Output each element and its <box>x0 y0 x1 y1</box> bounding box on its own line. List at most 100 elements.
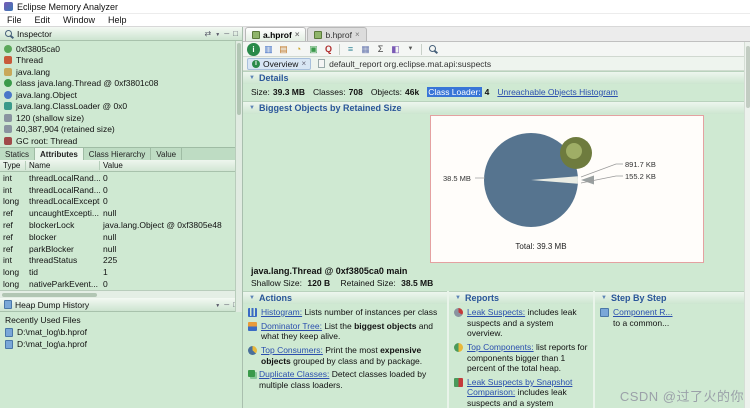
table-row[interactable]: int threadStatus 225 <box>0 255 242 267</box>
tab-statics[interactable]: Statics <box>0 148 36 160</box>
inspector-item-label: java.lang.ClassLoader @ 0x0 <box>16 101 128 112</box>
minimize-icon[interactable] <box>224 300 229 309</box>
close-icon[interactable] <box>301 59 306 68</box>
view-menu-icon[interactable] <box>215 300 220 309</box>
table-row[interactable]: int threadLocalRand... 0 <box>0 172 242 184</box>
heap-file-item[interactable]: D:\mat_log\a.hprof <box>5 338 237 350</box>
editor-tab-label: b.hprof <box>325 29 352 40</box>
recently-used-files-label: Recently Used Files <box>5 315 81 325</box>
vertical-scrollbar[interactable] <box>235 41 242 312</box>
inspector-item[interactable]: GC root: Thread <box>0 135 242 147</box>
biggest-objects-pie-chart[interactable]: 38.5 MB 891.7 KB 155.2 KB Total: 39.3 MB <box>431 116 703 262</box>
classloader-label-selected: Class Loader: <box>427 87 482 97</box>
inspector-item[interactable]: 120 (shallow size) <box>0 112 242 124</box>
inspector-item[interactable]: java.lang <box>0 66 242 78</box>
close-icon[interactable] <box>355 30 360 39</box>
table-row[interactable]: long threadLocalExcepti...0 <box>0 196 242 208</box>
minimize-icon[interactable] <box>224 29 229 38</box>
top-consumers-link[interactable]: Top Consumers: <box>261 345 323 355</box>
maximize-icon[interactable] <box>233 29 238 38</box>
leak-suspects-link[interactable]: Leak Suspects: <box>467 307 525 317</box>
inspector-item-label: java.lang <box>16 66 51 77</box>
cell-value: 0 <box>103 279 108 290</box>
tab-attributes[interactable]: Attributes <box>35 148 84 160</box>
magnifier-glyph <box>428 44 438 54</box>
dominator-tree-icon[interactable] <box>277 43 290 56</box>
search-icon[interactable] <box>426 43 439 56</box>
titlebar: Eclipse Memory Analyzer <box>0 0 750 14</box>
overview-icon[interactable] <box>247 42 260 56</box>
column-type[interactable]: Type <box>0 161 26 170</box>
view-menu-icon[interactable] <box>215 29 220 38</box>
component-report-link[interactable]: Component R... <box>613 307 673 318</box>
inspector-item[interactable]: 40,387,904 (retained size) <box>0 124 242 136</box>
report-item-snapshot-comparison: Leak Suspects by Snapshot Comparison: in… <box>454 377 588 408</box>
inspector-item[interactable]: class java.lang.Thread @ 0xf3801c08 <box>0 78 242 90</box>
inspector-item[interactable]: Thread <box>0 55 242 67</box>
classloader-icon <box>4 102 12 111</box>
calculator-icon[interactable] <box>374 43 387 56</box>
heap-dump-history-header: Heap Dump History <box>0 298 242 312</box>
inspector-item[interactable]: java.lang.Object <box>0 89 242 101</box>
section-details[interactable]: Details <box>243 71 750 84</box>
column-value[interactable]: Value <box>100 161 242 170</box>
scrollbar-thumb[interactable] <box>2 292 97 297</box>
main-area: Inspector 0xf3805ca0 Thread java.lang cl… <box>0 27 750 408</box>
close-icon[interactable] <box>295 30 300 39</box>
editor-tab-a-hprof[interactable]: a.hprof <box>245 27 307 41</box>
top-consumers-icon[interactable] <box>292 43 305 56</box>
group-icon[interactable] <box>359 43 372 56</box>
histogram-link[interactable]: Histogram: <box>261 307 302 317</box>
toolbar-separator <box>421 43 422 55</box>
scrollbar-thumb[interactable] <box>237 43 241 115</box>
table-row[interactable]: int threadLocalRand... 0 <box>0 184 242 196</box>
inspector-item[interactable]: 0xf3805ca0 <box>0 43 242 55</box>
dominator-tree-link[interactable]: Dominator Tree: <box>261 321 322 331</box>
inspector-view-icon <box>4 29 14 39</box>
duplicate-classes-icon[interactable] <box>307 43 320 56</box>
class-icon <box>4 79 12 88</box>
inspector-item-label: 40,387,904 (retained size) <box>16 124 115 135</box>
unreachable-objects-link[interactable]: Unreachable Objects Histogram <box>497 87 617 97</box>
thread-overview-icon[interactable] <box>344 43 357 56</box>
pie-callout-arrow <box>581 175 594 185</box>
table-row[interactable]: long nativeParkEvent... 0 <box>0 278 242 290</box>
cell-value: null <box>103 231 117 242</box>
section-step-by-step[interactable]: Step By Step <box>595 291 750 304</box>
top-components-link[interactable]: Top Components: <box>467 342 534 352</box>
sync-with-editor-icon[interactable] <box>205 29 212 38</box>
section-actions[interactable]: Actions <box>243 291 447 304</box>
table-row[interactable]: ref uncaughtExcepti... null <box>0 207 242 219</box>
tab-value[interactable]: Value <box>151 148 183 160</box>
heap-file-item[interactable]: D:\mat_log\b.hprof <box>5 326 237 338</box>
histogram-icon[interactable] <box>262 43 275 56</box>
section-reports[interactable]: Reports <box>449 291 593 304</box>
duplicate-classes-link[interactable]: Duplicate Classes: <box>259 369 329 379</box>
editor-tab-label: a.hprof <box>263 29 292 40</box>
compare-icon[interactable] <box>389 43 402 56</box>
overview-content: Details Size: 39.3 MB Classes: 708 Objec… <box>243 71 750 408</box>
tab-class-hierarchy[interactable]: Class Hierarchy <box>84 148 152 160</box>
scrollbar-thumb[interactable] <box>746 46 750 108</box>
oql-icon[interactable] <box>322 43 335 56</box>
cell-name: uncaughtExcepti... <box>29 208 99 219</box>
menu-help[interactable]: Help <box>108 15 127 25</box>
table-row[interactable]: ref blockerLock java.lang.Object @ 0xf3805… <box>0 219 242 231</box>
report-path-text: default_report org.eclipse.mat.api:suspe… <box>329 58 492 69</box>
table-row[interactable]: ref blocker null <box>0 231 242 243</box>
inspector-item[interactable]: java.lang.ClassLoader @ 0x0 <box>0 101 242 113</box>
dropdown-icon[interactable] <box>404 43 417 56</box>
menu-file[interactable]: File <box>7 15 22 25</box>
table-row[interactable]: ref parkBlocker null <box>0 243 242 255</box>
editor-tab-b-hprof[interactable]: b.hprof <box>307 27 367 41</box>
overview-inner-tab[interactable]: Overview <box>247 57 312 70</box>
heap-file-path: D:\mat_log\b.hprof <box>17 327 87 337</box>
table-row[interactable]: long tid 1 <box>0 266 242 278</box>
horizontal-scrollbar[interactable] <box>0 290 242 298</box>
inspector-panel: Inspector 0xf3805ca0 Thread java.lang cl… <box>0 27 243 408</box>
column-name[interactable]: Name <box>26 161 100 170</box>
section-biggest-objects[interactable]: Biggest Objects by Retained Size <box>243 101 750 114</box>
vertical-scrollbar[interactable] <box>744 42 750 408</box>
menu-edit[interactable]: Edit <box>35 15 51 25</box>
menu-window[interactable]: Window <box>63 15 95 25</box>
